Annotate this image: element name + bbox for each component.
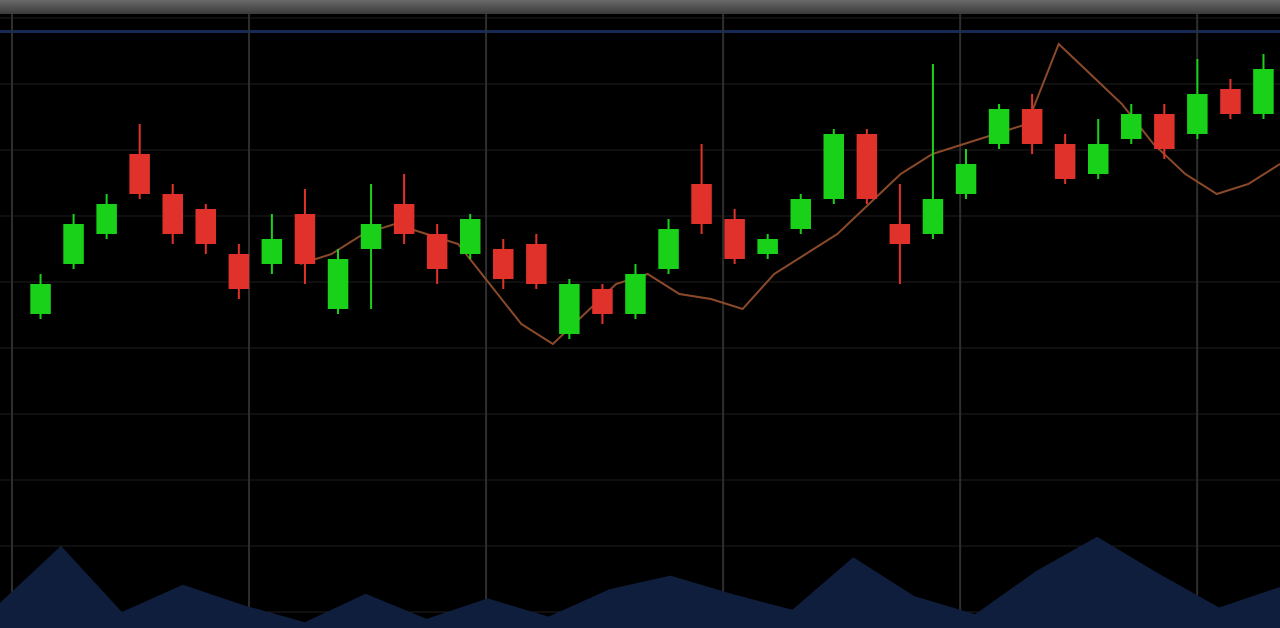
candle[interactable] [526, 234, 547, 289]
candle[interactable] [955, 149, 977, 199]
volume-area [0, 536, 1280, 628]
overlay-line [299, 42, 1280, 346]
candle-body [922, 199, 944, 234]
candle-body [162, 194, 183, 234]
candle-body [823, 134, 844, 199]
overlay-line-group [299, 42, 1280, 346]
candle[interactable] [1021, 94, 1043, 154]
candle[interactable] [1088, 119, 1109, 179]
candle[interactable] [261, 214, 283, 274]
candlestick-chart[interactable] [0, 14, 1280, 628]
candle[interactable] [195, 204, 217, 254]
candle-body [30, 284, 51, 314]
candle-body [559, 284, 580, 334]
candle-body [526, 244, 547, 284]
candle-body [856, 134, 878, 199]
candles[interactable] [30, 54, 1274, 339]
candle-body [129, 154, 150, 194]
candle[interactable] [592, 284, 613, 324]
candle-body [955, 164, 977, 194]
candle[interactable] [691, 144, 712, 234]
candle-body [228, 254, 250, 289]
candle[interactable] [559, 279, 580, 339]
candle[interactable] [625, 264, 646, 319]
candle[interactable] [393, 174, 415, 244]
candle-body [988, 109, 1010, 144]
window-title-bar [0, 0, 1280, 14]
candle[interactable] [757, 234, 778, 259]
candle-body [261, 239, 283, 264]
candle[interactable] [823, 129, 845, 204]
candle[interactable] [30, 274, 51, 319]
candle[interactable] [1154, 104, 1175, 159]
candle[interactable] [856, 129, 878, 204]
candle-body [63, 224, 84, 264]
candle-body [1121, 114, 1142, 139]
candle[interactable] [724, 209, 745, 264]
candle[interactable] [1054, 134, 1076, 184]
candle[interactable] [294, 189, 316, 284]
candle[interactable] [790, 194, 812, 234]
candle[interactable] [96, 194, 117, 239]
candle-body [393, 204, 415, 234]
candle[interactable] [1220, 79, 1241, 119]
candle-body [360, 224, 382, 249]
candle[interactable] [162, 184, 184, 244]
candle-body [195, 209, 216, 244]
candle[interactable] [129, 124, 150, 199]
candle[interactable] [1121, 104, 1142, 144]
grid [0, 14, 1280, 628]
candle-body [724, 219, 745, 259]
candle[interactable] [460, 214, 481, 259]
candle[interactable] [228, 244, 250, 299]
candle-body [1021, 109, 1043, 144]
candle-body [1220, 89, 1241, 114]
candle[interactable] [889, 184, 911, 284]
candle-body [1054, 144, 1076, 179]
candle-body [426, 234, 448, 269]
candle-body [460, 219, 481, 254]
candle-body [327, 259, 349, 309]
candle-body [592, 289, 613, 314]
candle-body [889, 224, 911, 244]
candle-body [691, 184, 712, 224]
candle[interactable] [1187, 59, 1208, 139]
candle-body [1088, 144, 1109, 174]
candle-body [658, 229, 679, 269]
candle-body [625, 274, 646, 314]
candle[interactable] [658, 219, 679, 274]
volume-area-path [0, 536, 1280, 628]
candle-body [96, 204, 117, 234]
candle-body [493, 249, 514, 279]
candle-body [1253, 69, 1274, 114]
candle-body [1154, 114, 1175, 149]
candle[interactable] [1253, 54, 1274, 119]
candle-body [294, 214, 316, 264]
candle[interactable] [327, 249, 349, 314]
candle[interactable] [426, 224, 448, 284]
candle-body [1187, 94, 1208, 134]
candle[interactable] [360, 184, 382, 309]
candle[interactable] [63, 214, 84, 269]
candle-body [790, 199, 811, 229]
candle-body [757, 239, 778, 254]
candle[interactable] [988, 104, 1010, 149]
